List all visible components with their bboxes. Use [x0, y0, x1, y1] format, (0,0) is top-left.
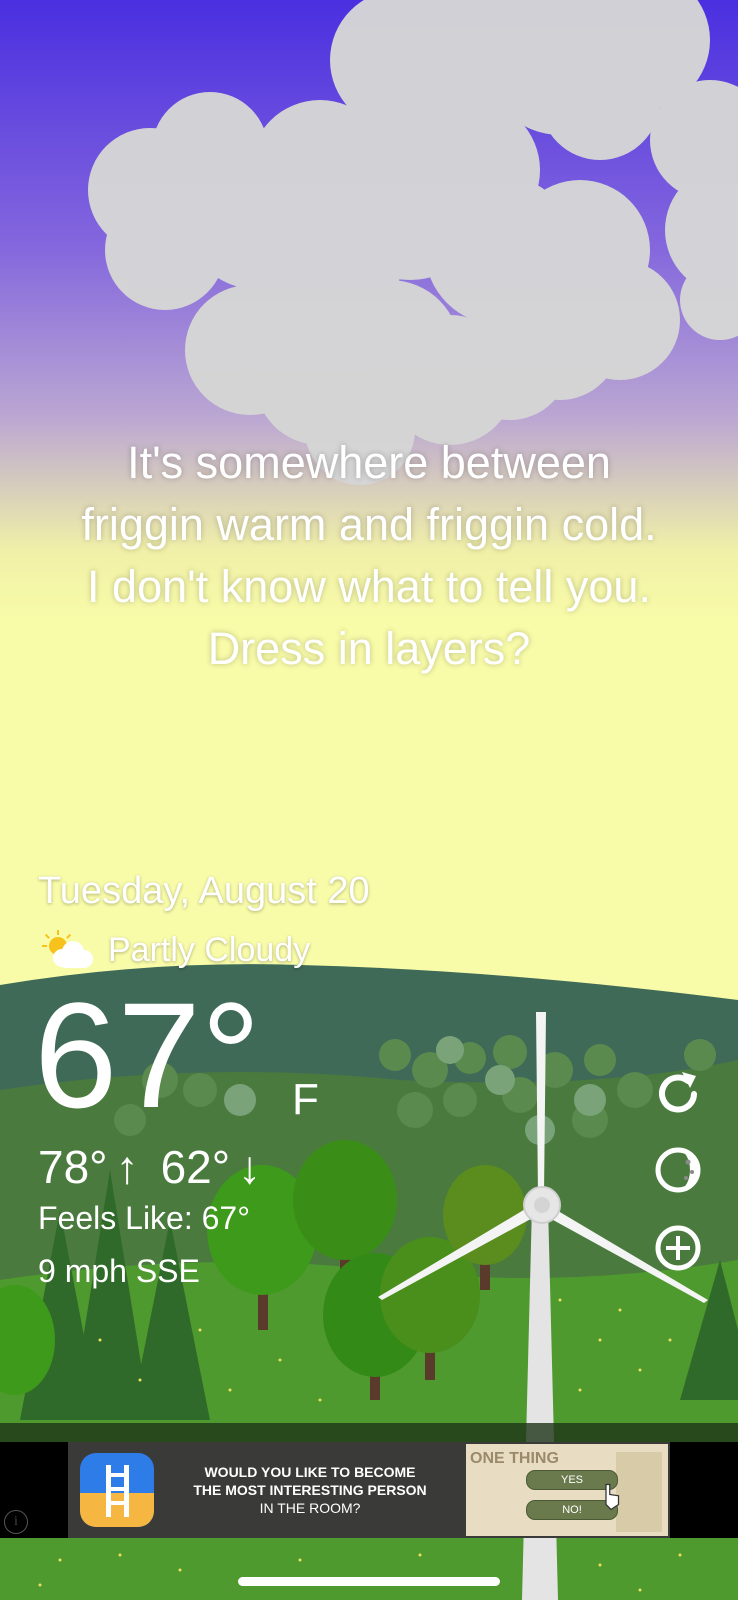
pointer-hand-icon [605, 1483, 620, 1511]
ad-line: WOULD YOU LIKE TO BECOME [204, 1464, 416, 1480]
ad-image[interactable]: ONE THING YES NO! [466, 1444, 668, 1536]
message-line: Dress in layers? [207, 623, 531, 674]
condition-label: Partly Cloudy [108, 930, 311, 969]
refresh-icon[interactable] [650, 1066, 706, 1122]
date-label: Tuesday, August 20 [38, 870, 370, 912]
high-temp: 78° [38, 1141, 108, 1193]
current-temperature: 67° [34, 971, 261, 1139]
message-line: friggin warm and friggin cold. [81, 499, 657, 550]
message-line: I don't know what to tell you. [87, 561, 651, 612]
home-indicator[interactable] [238, 1577, 500, 1586]
ad-app-icon[interactable] [80, 1453, 154, 1527]
message-line: It's somewhere between [127, 437, 611, 488]
down-arrow-icon: ↓ [238, 1141, 262, 1193]
temperature-unit-toggle[interactable]: F [292, 1075, 319, 1125]
weather-message: It's somewhere between friggin warm and … [20, 432, 718, 680]
ad-image-title: ONE THING [470, 1450, 559, 1467]
moon-phase-icon[interactable] [650, 1142, 706, 1198]
condition-row: Partly Cloudy [38, 930, 310, 970]
weather-scene-background [0, 0, 738, 1600]
ad-info-icon[interactable]: i [4, 1510, 28, 1534]
ladder-icon [106, 1465, 129, 1517]
ad-line: THE MOST INTERESTING PERSON [193, 1482, 427, 1498]
high-low-temps: 78° ↑ 62° ↓ [38, 1140, 261, 1194]
ad-banner[interactable]: WOULD YOU LIKE TO BECOME THE MOST INTERE… [0, 1442, 738, 1538]
ad-line: IN THE ROOM? [259, 1500, 361, 1516]
partly-cloudy-icon [42, 930, 93, 968]
ad-content[interactable]: WOULD YOU LIKE TO BECOME THE MOST INTERE… [68, 1442, 670, 1538]
up-arrow-icon: ↑ [115, 1141, 139, 1193]
wind-info: 9 mph SSE [38, 1253, 200, 1289]
low-temp: 62° [160, 1141, 231, 1193]
feels-like: Feels Like: 67° [38, 1200, 251, 1236]
add-icon[interactable] [650, 1220, 706, 1276]
ad-headline[interactable]: WOULD YOU LIKE TO BECOME THE MOST INTERE… [154, 1463, 466, 1517]
